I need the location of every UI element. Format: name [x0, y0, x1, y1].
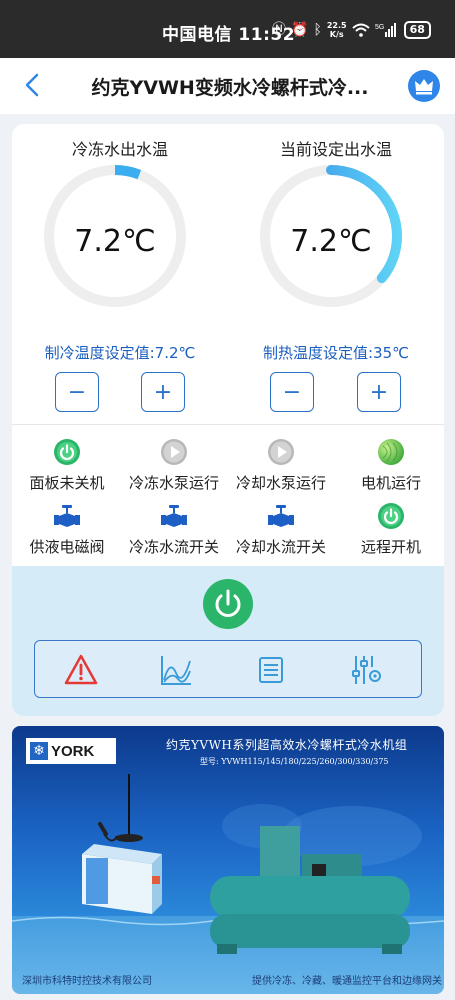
cooling-setpoint-label: 制冷温度设定值:7.2℃ [44, 344, 196, 362]
banner-footer-right: 提供冷冻、冷藏、暖通监控平台和边缘网关 [252, 976, 442, 987]
snowflake-icon: ❄ [30, 742, 48, 760]
status-cooling-flow-switch: 冷却水流开关 [226, 502, 336, 557]
product-banner[interactable]: ❄ YORK 约克YVWH系列超高效水冷螺杆式冷水机组 型号: YVWH115/… [12, 726, 444, 994]
alarm-icon[interactable] [64, 653, 98, 687]
status-motor-running: 电机运行 [336, 438, 444, 493]
banner-footer: 深圳市科特时控技术有限公司 提供冷冻、冷藏、暖通监控平台和边缘网关 [22, 972, 442, 987]
status-remote-start: 远程开机 [336, 502, 444, 557]
status-label: 电机运行 [360, 474, 421, 492]
play-icon [161, 439, 187, 465]
list-icon[interactable] [254, 653, 288, 687]
status-label: 供液电磁阀 [29, 538, 105, 556]
york-logo: ❄ YORK [26, 738, 116, 764]
page-title: 约克YVWH变频水冷螺杆式冷... [91, 77, 369, 99]
trend-chart-icon[interactable] [159, 653, 193, 687]
status-liquid-valve: 供液电磁阀 [12, 502, 122, 557]
motor-icon [378, 439, 404, 465]
main-card: 冷冻水出水温 7.2℃ 当前设定出水温 7.2℃ 制冷温度设定值:7.2℃ 制热… [12, 124, 444, 716]
crown-icon [415, 79, 433, 95]
cooling-decrease-button[interactable]: − [55, 372, 99, 412]
alarm-clock-icon: ⏰ [291, 22, 309, 38]
heating-setpoint-label: 制热温度设定值:35℃ [263, 344, 409, 362]
status-label: 冷却水泵运行 [235, 474, 326, 492]
crown-button[interactable] [408, 70, 440, 102]
settings-sliders-icon[interactable] [349, 653, 383, 687]
power-on-icon [54, 439, 80, 465]
svg-text:5G: 5G [375, 24, 384, 31]
signal-icon: 5G [375, 23, 396, 37]
heating-decrease-button[interactable]: − [270, 372, 314, 412]
valve-icon [268, 505, 294, 527]
gauge-value-setpoint: 7.2℃ [290, 224, 372, 259]
status-bar: 中国电信 11:52 Ⓝ ⏰ ᛒ 22.5 K/s 5G 68 [0, 0, 455, 58]
status-chilled-flow-switch: 冷冻水流开关 [119, 502, 229, 557]
power-icon [215, 589, 241, 617]
gauge-setpoint: 7.2℃ [257, 162, 405, 310]
status-cooling-pump: 冷却水泵运行 [226, 438, 336, 493]
back-button[interactable] [18, 70, 48, 100]
wifi-icon [351, 23, 370, 37]
network-speed: 22.5 K/s [326, 21, 347, 39]
heating-increase-button[interactable]: + [357, 372, 401, 412]
banner-title: 约克YVWH系列超高效水冷螺杆式冷水机组 [166, 738, 408, 752]
status-panel-not-off: 面板未关机 [12, 438, 122, 493]
status-chilled-pump: 冷冻水泵运行 [119, 438, 229, 493]
divider [12, 424, 444, 425]
gauge-value-chilled-out: 7.2℃ [74, 224, 156, 259]
nfc-icon: Ⓝ [272, 22, 286, 38]
status-label: 远程开机 [360, 538, 421, 556]
valve-icon [161, 505, 187, 527]
valve-icon [54, 505, 80, 527]
battery-indicator: 68 [403, 21, 431, 39]
play-icon [268, 439, 294, 465]
status-label: 面板未关机 [29, 474, 105, 492]
power-on-icon [378, 503, 404, 529]
bluetooth-icon: ᛒ [313, 22, 322, 38]
status-label: 冷冻水流开关 [128, 538, 219, 556]
gauge-label-chilled-out: 冷冻水出水温 [71, 140, 168, 159]
status-label: 冷却水流开关 [235, 538, 326, 556]
cooling-increase-button[interactable]: + [141, 372, 185, 412]
gauge-label-setpoint: 当前设定出水温 [279, 140, 392, 159]
status-label: 冷冻水泵运行 [128, 474, 219, 492]
banner-models: 型号: YVWH115/145/180/225/260/300/330/375 [200, 757, 389, 766]
status-icons: Ⓝ ⏰ ᛒ 22.5 K/s 5G 68 [272, 20, 431, 40]
banner-footer-left: 深圳市科特时控技术有限公司 [22, 976, 152, 987]
control-panel [12, 566, 444, 716]
power-button[interactable] [203, 579, 253, 629]
nav-bar: 约克YVWH变频水冷螺杆式冷... [0, 58, 455, 114]
tool-bar [34, 640, 422, 698]
gauge-chilled-out: 7.2℃ [41, 162, 189, 310]
